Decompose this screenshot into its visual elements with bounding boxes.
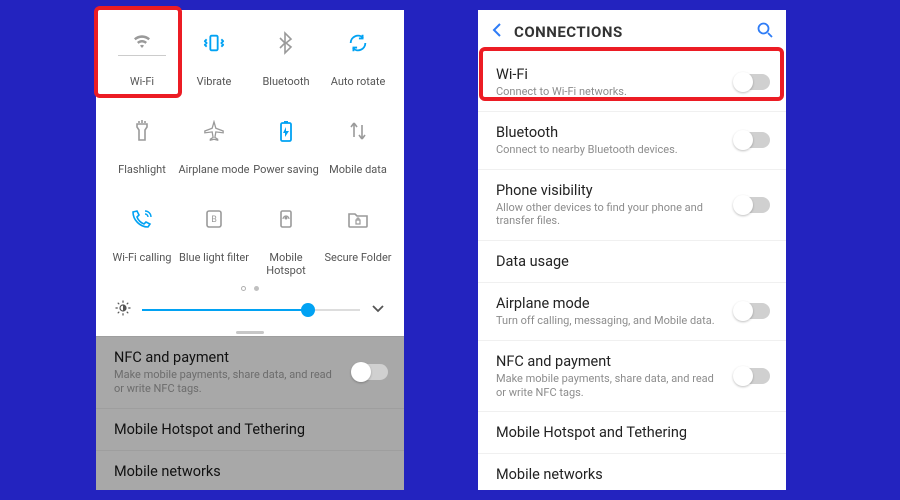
tile-bluetooth[interactable]: Bluetooth — [250, 16, 322, 104]
toggle-wifi[interactable] — [734, 74, 770, 90]
page-title: CONNECTIONS — [514, 23, 623, 41]
tile-mobile-data[interactable]: Mobile data — [322, 104, 394, 192]
toggle-nfc[interactable] — [734, 368, 770, 384]
tile-wifi-calling[interactable]: Wi-Fi calling — [106, 192, 178, 280]
brightness-slider[interactable] — [142, 300, 360, 320]
row-data-usage[interactable]: Data usage — [478, 241, 786, 283]
tile-label: Auto rotate — [331, 76, 386, 89]
data-icon — [348, 118, 368, 144]
row-wifi[interactable]: Wi-Fi Connect to Wi-Fi networks. — [478, 54, 786, 112]
svg-text:B: B — [211, 215, 217, 225]
background-settings: NFC and payment Make mobile payments, sh… — [96, 336, 404, 490]
toggle-bluetooth[interactable] — [734, 132, 770, 148]
quick-settings-panel: Wi-Fi Vibrate Bluetooth Auto rotate Flas… — [96, 10, 404, 490]
tile-flashlight[interactable]: Flashlight — [106, 104, 178, 192]
row-bluetooth[interactable]: Bluetooth Connect to nearby Bluetooth de… — [478, 112, 786, 170]
tile-label: Flashlight — [118, 164, 166, 177]
quick-settings-grid: Wi-Fi Vibrate Bluetooth Auto rotate Flas… — [96, 10, 404, 280]
row-nfc[interactable]: NFC and payment Make mobile payments, sh… — [96, 336, 404, 408]
tile-power-saving[interactable]: Power saving — [250, 104, 322, 192]
tile-label: Bluetooth — [262, 76, 309, 89]
tile-label: Airplane mode — [178, 164, 249, 177]
tile-label: Wi-Fi — [130, 76, 154, 89]
tile-hotspot[interactable]: Mobile Hotspot — [250, 192, 322, 280]
rotate-icon — [347, 30, 369, 56]
tile-secure-folder[interactable]: Secure Folder — [322, 192, 394, 280]
tile-airplane[interactable]: Airplane mode — [178, 104, 250, 192]
row-airplane[interactable]: Airplane mode Turn off calling, messagin… — [478, 283, 786, 341]
drag-handle[interactable] — [236, 331, 264, 334]
brightness-row — [96, 293, 404, 331]
page-indicator — [96, 280, 404, 293]
tile-label: Blue light filter — [179, 252, 249, 265]
tile-label: Mobile data — [329, 164, 387, 177]
tile-wifi[interactable]: Wi-Fi — [106, 16, 178, 104]
blue-light-icon: B — [204, 206, 224, 232]
airplane-icon — [203, 118, 225, 144]
vibrate-icon — [203, 30, 225, 56]
connections-settings: CONNECTIONS Wi-Fi Connect to Wi-Fi netwo… — [478, 10, 786, 490]
flashlight-icon — [133, 118, 151, 144]
tile-label: Mobile Hotspot — [250, 252, 322, 277]
tile-label: Wi-Fi calling — [113, 252, 172, 265]
battery-icon — [278, 118, 294, 144]
tile-label: Vibrate — [197, 76, 232, 89]
tile-vibrate[interactable]: Vibrate — [178, 16, 250, 104]
toggle[interactable] — [352, 364, 388, 380]
tile-label: Power saving — [253, 164, 319, 177]
row-mobile-networks[interactable]: Mobile networks — [96, 450, 404, 491]
chevron-down-icon[interactable] — [370, 300, 386, 320]
row-mobile-networks[interactable]: Mobile networks — [478, 454, 786, 490]
tile-auto-rotate[interactable]: Auto rotate — [322, 16, 394, 104]
wifi-calling-icon — [130, 206, 154, 232]
search-icon[interactable] — [756, 21, 774, 43]
tile-label: Secure Folder — [324, 252, 391, 265]
header: CONNECTIONS — [478, 10, 786, 54]
row-hotspot-tether[interactable]: Mobile Hotspot and Tethering — [96, 408, 404, 450]
tile-blue-light[interactable]: B Blue light filter — [178, 192, 250, 280]
back-icon[interactable] — [490, 22, 504, 42]
bluetooth-icon — [278, 30, 294, 56]
row-phone-visibility[interactable]: Phone visibility Allow other devices to … — [478, 170, 786, 242]
hotspot-icon — [276, 206, 296, 232]
toggle-visibility[interactable] — [734, 197, 770, 213]
brightness-icon — [114, 299, 132, 321]
wifi-icon — [118, 30, 166, 56]
toggle-airplane[interactable] — [734, 303, 770, 319]
secure-folder-icon — [347, 206, 369, 232]
row-hotspot-tether[interactable]: Mobile Hotspot and Tethering — [478, 412, 786, 454]
row-nfc[interactable]: NFC and payment Make mobile payments, sh… — [478, 341, 786, 413]
